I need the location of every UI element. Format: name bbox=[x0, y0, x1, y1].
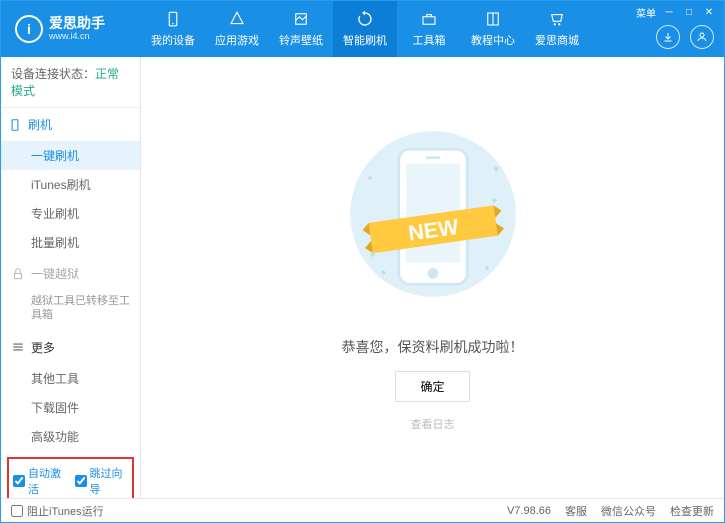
maximize-button[interactable]: □ bbox=[682, 5, 696, 19]
jailbreak-note: 越狱工具已转移至工具箱 bbox=[1, 290, 140, 331]
sidebar-item-pro-flash[interactable]: 专业刷机 bbox=[1, 199, 140, 228]
skip-guide-checkbox[interactable]: 跳过向导 bbox=[75, 465, 129, 497]
nav-smart-flash[interactable]: 智能刷机 bbox=[333, 1, 397, 57]
version-label: V7.98.66 bbox=[507, 505, 551, 517]
nav-label: 应用游戏 bbox=[215, 32, 259, 48]
sidebar-section-more[interactable]: 更多 bbox=[1, 331, 140, 364]
logo-icon: i bbox=[15, 15, 43, 43]
book-icon bbox=[484, 10, 502, 28]
sidebar-item-advanced[interactable]: 高级功能 bbox=[1, 422, 140, 451]
user-button[interactable] bbox=[690, 25, 714, 49]
wechat-link[interactable]: 微信公众号 bbox=[601, 503, 656, 519]
sidebar-section-jailbreak: 一键越狱 bbox=[1, 257, 140, 290]
sidebar-item-download-firmware[interactable]: 下载固件 bbox=[1, 393, 140, 422]
app-url: www.i4.cn bbox=[49, 32, 105, 42]
app-name: 爱思助手 bbox=[49, 16, 105, 31]
wallpaper-icon bbox=[292, 10, 310, 28]
main-nav: 我的设备 应用游戏 铃声壁纸 智能刷机 工具箱 教程中心 爱思商城 bbox=[141, 1, 589, 57]
menu-icon bbox=[11, 340, 25, 354]
ok-button[interactable]: 确定 bbox=[395, 371, 469, 402]
app-header: i 爱思助手 www.i4.cn 我的设备 应用游戏 铃声壁纸 智能刷机 工具箱 bbox=[1, 1, 724, 57]
menu-button[interactable]: 菜单 bbox=[636, 5, 656, 19]
connection-status: 设备连接状态：正常模式 bbox=[1, 57, 140, 108]
phone-icon bbox=[164, 10, 182, 28]
nav-my-device[interactable]: 我的设备 bbox=[141, 1, 205, 57]
nav-label: 我的设备 bbox=[151, 32, 195, 48]
nav-toolbox[interactable]: 工具箱 bbox=[397, 1, 461, 57]
nav-apps[interactable]: 应用游戏 bbox=[205, 1, 269, 57]
auto-activate-checkbox[interactable]: 自动激活 bbox=[13, 465, 67, 497]
logo: i 爱思助手 www.i4.cn bbox=[1, 15, 141, 43]
sidebar-item-oneclick-flash[interactable]: 一键刷机 bbox=[1, 141, 140, 170]
window-controls: 菜单 ─ □ ✕ bbox=[636, 5, 716, 19]
nav-label: 铃声壁纸 bbox=[279, 32, 323, 48]
options-highlight-box: 自动激活 跳过向导 bbox=[7, 457, 134, 498]
sidebar: 设备连接状态：正常模式 刷机 一键刷机 iTunes刷机 专业刷机 批量刷机 一… bbox=[1, 57, 141, 498]
sidebar-section-flash[interactable]: 刷机 bbox=[1, 108, 140, 141]
check-update-link[interactable]: 检查更新 bbox=[670, 503, 714, 519]
sidebar-title: 更多 bbox=[31, 339, 55, 356]
checkbox-label: 自动激活 bbox=[28, 465, 67, 497]
nav-tutorials[interactable]: 教程中心 bbox=[461, 1, 525, 57]
content-area: NEW 恭喜您，保资料刷机成功啦！ 确定 查看日志 bbox=[141, 57, 724, 498]
user-icon bbox=[696, 31, 708, 43]
nav-label: 爱思商城 bbox=[535, 32, 579, 48]
nav-label: 工具箱 bbox=[413, 32, 446, 48]
lock-icon bbox=[11, 267, 25, 281]
close-button[interactable]: ✕ bbox=[702, 5, 716, 19]
sidebar-item-other-tools[interactable]: 其他工具 bbox=[1, 364, 140, 393]
connection-label: 设备连接状态： bbox=[11, 67, 95, 81]
nav-label: 智能刷机 bbox=[343, 32, 387, 48]
toolbox-icon bbox=[420, 10, 438, 28]
apps-icon bbox=[228, 10, 246, 28]
status-bar: 阻止iTunes运行 V7.98.66 客服 微信公众号 检查更新 bbox=[1, 498, 724, 522]
success-illustration: NEW bbox=[343, 123, 523, 323]
sidebar-item-itunes-flash[interactable]: iTunes刷机 bbox=[1, 170, 140, 199]
block-itunes-checkbox[interactable]: 阻止iTunes运行 bbox=[11, 503, 104, 519]
minimize-button[interactable]: ─ bbox=[662, 5, 676, 19]
cart-icon bbox=[548, 10, 566, 28]
checkbox-label: 跳过向导 bbox=[90, 465, 129, 497]
download-icon bbox=[662, 31, 674, 43]
nav-store[interactable]: 爱思商城 bbox=[525, 1, 589, 57]
flash-icon bbox=[8, 118, 22, 132]
sidebar-item-batch-flash[interactable]: 批量刷机 bbox=[1, 228, 140, 257]
view-log-link[interactable]: 查看日志 bbox=[411, 416, 455, 432]
sidebar-title: 刷机 bbox=[28, 116, 52, 133]
refresh-icon bbox=[356, 10, 374, 28]
nav-label: 教程中心 bbox=[471, 32, 515, 48]
success-message: 恭喜您，保资料刷机成功啦！ bbox=[342, 337, 524, 357]
sidebar-title: 一键越狱 bbox=[31, 265, 79, 282]
nav-ringtones[interactable]: 铃声壁纸 bbox=[269, 1, 333, 57]
download-button[interactable] bbox=[656, 25, 680, 49]
checkbox-label: 阻止iTunes运行 bbox=[27, 503, 104, 519]
customer-service-link[interactable]: 客服 bbox=[565, 503, 587, 519]
